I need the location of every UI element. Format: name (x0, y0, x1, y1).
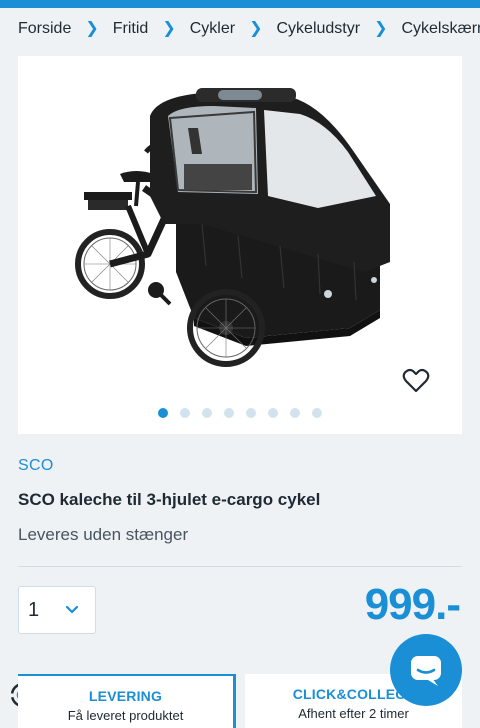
heart-icon[interactable] (402, 368, 430, 394)
levering-title: LEVERING (88, 688, 163, 704)
gallery-dot[interactable] (180, 408, 190, 418)
breadcrumb-item-fritid[interactable]: Fritid (113, 20, 149, 38)
quantity-select[interactable]: 1 (18, 586, 96, 634)
product-price: 999.- (364, 580, 461, 629)
chevron-right-icon: ❯ (162, 20, 176, 37)
breadcrumb: Forside ❯ Fritid ❯ Cykler ❯ Cykeludstyr … (18, 20, 480, 38)
levering-subtitle: Få leveret produktet (67, 708, 184, 723)
gallery-dot[interactable] (202, 408, 212, 418)
breadcrumb-item-forside[interactable]: Forside (18, 20, 71, 38)
breadcrumb-item-cykler[interactable]: Cykler (190, 20, 235, 38)
gallery-dot[interactable] (290, 408, 300, 418)
cargo-bike-image[interactable] (18, 56, 462, 434)
divider (18, 566, 462, 567)
chevron-down-icon (65, 605, 79, 614)
quantity-value: 1 (28, 598, 40, 621)
gallery-dot[interactable] (246, 408, 256, 418)
top-accent-bar (0, 0, 480, 8)
delivery-option-levering[interactable]: LEVERING Få leveret produktet (18, 674, 236, 728)
chat-button[interactable] (390, 634, 462, 706)
gallery-dot[interactable] (224, 408, 234, 418)
click-collect-subtitle: Afhent efter 2 timer (298, 706, 409, 721)
chevron-right-icon: ❯ (374, 20, 388, 37)
product-title: SCO kaleche til 3-hjulet e-cargo cykel (18, 490, 321, 509)
gallery-dot[interactable] (312, 408, 322, 418)
chat-icon (411, 656, 441, 686)
breadcrumb-item-cykeludstyr[interactable]: Cykeludstyr (276, 20, 360, 38)
gallery-dot[interactable] (158, 408, 168, 418)
breadcrumb-item-cykelskaerme[interactable]: Cykelskærme (401, 20, 480, 38)
gallery-pagination (18, 408, 462, 418)
gallery-dot[interactable] (268, 408, 278, 418)
chevron-right-icon: ❯ (85, 20, 99, 37)
product-gallery[interactable] (18, 56, 462, 434)
product-subtitle: Leveres uden stænger (18, 525, 189, 544)
brand-link[interactable]: SCO (18, 457, 54, 475)
chevron-right-icon: ❯ (249, 20, 263, 37)
